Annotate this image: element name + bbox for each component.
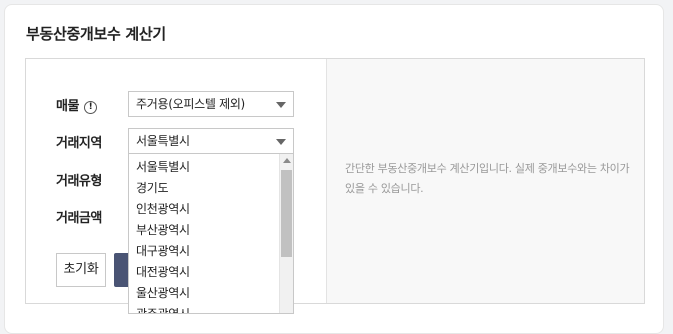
property-label-row: 매물! [56, 95, 97, 114]
property-label: 매물 [56, 99, 79, 114]
region-option[interactable]: 울산광역시 [129, 283, 293, 304]
region-option[interactable]: 대전광역시 [129, 262, 293, 283]
transaction-amount-label: 거래금액 [56, 211, 102, 226]
property-type-selected: 주거용(오피스텔 제외) [136, 97, 245, 111]
info-panel: 간단한 부동산중개보수 계산기입니다. 실제 중개보수와는 차이가 있을 수 있… [326, 59, 644, 303]
calculator-card: 부동산중개보수 계산기 매물! 주거용(오피스텔 제외) 거래지역 서울특별시 … [4, 4, 664, 334]
chevron-down-icon [276, 102, 286, 108]
card-title: 부동산중개보수 계산기 [26, 25, 166, 43]
chevron-down-icon [276, 139, 286, 145]
property-type-select[interactable]: 주거용(오피스텔 제외) [128, 91, 294, 117]
reset-button[interactable]: 초기화 [56, 253, 106, 287]
region-dropdown-list[interactable]: 서울특별시 경기도 인천광역시 부산광역시 대구광역시 대전광역시 울산광역시 … [128, 154, 294, 314]
scroll-up-arrow-icon[interactable] [283, 158, 291, 163]
region-option[interactable]: 부산광역시 [129, 220, 293, 241]
region-label: 거래지역 [56, 136, 102, 151]
region-option[interactable]: 서울특별시 [129, 157, 293, 178]
info-text: 간단한 부동산중개보수 계산기입니다. 실제 중개보수와는 차이가 있을 수 있… [345, 162, 630, 195]
exclamation-circle-icon[interactable]: ! [83, 101, 97, 114]
region-select[interactable]: 서울특별시 [128, 128, 294, 154]
region-selected: 서울특별시 [136, 134, 190, 148]
scrollbar-thumb[interactable] [281, 170, 292, 257]
region-option[interactable]: 경기도 [129, 178, 293, 199]
region-option[interactable]: 대구광역시 [129, 241, 293, 262]
transaction-type-label: 거래유형 [56, 174, 102, 189]
region-option[interactable]: 인천광역시 [129, 199, 293, 220]
dropdown-scrollbar[interactable] [279, 154, 293, 313]
region-option[interactable]: 광주광역시 [129, 304, 293, 313]
calculator-box: 매물! 주거용(오피스텔 제외) 거래지역 서울특별시 거래유형 거래금액 초기… [25, 58, 645, 314]
